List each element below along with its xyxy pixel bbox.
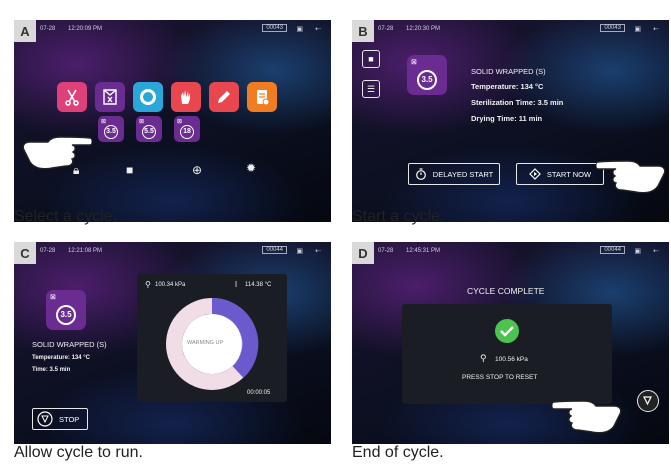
cycle-progress-panel: ⚲ 100.34 kPa ǀ 114.38 °C WARMING UP 00:0… — [137, 274, 287, 402]
cycle-5-5-button[interactable]: ⊠ 5.5 — [136, 116, 162, 142]
pointing-hand-icon — [552, 400, 622, 434]
selected-cycle-icon: ⊠ 3.5 — [407, 55, 447, 95]
cycle-name: SOLID WRAPPED (S) — [471, 67, 546, 76]
timer-icon — [415, 168, 426, 180]
temperature-line: Temperature: 134 °C — [471, 82, 544, 91]
cycle-3-5-button[interactable]: ⊠ 3.5 — [98, 116, 124, 142]
home-button[interactable]: ■ — [362, 50, 380, 68]
caption-d: End of cycle. — [352, 444, 444, 461]
temperature-line: Temperature: 134 °C — [32, 355, 90, 361]
reset-message: PRESS STOP TO RESET — [462, 374, 538, 381]
pointing-hand-icon — [596, 160, 666, 194]
pen-tile[interactable] — [209, 82, 239, 112]
panel-c: C 07-28 12:21:08 PM 00044 ▣ ⇠ ⊠ 3.5 SOLI… — [14, 242, 331, 444]
network-icon: ▣ — [296, 248, 303, 255]
cycle-time-label: 5.5 — [142, 125, 156, 139]
checkmark-icon — [495, 319, 519, 343]
stop-button[interactable] — [637, 390, 659, 412]
cycle-name: SOLID WRAPPED (S) — [32, 340, 107, 349]
cycle-counter: 00043 — [600, 24, 625, 32]
delayed-start-label: DELAYED START — [432, 169, 494, 179]
cycle-time-label: 3.5 — [56, 305, 76, 325]
cycle-counter: 00044 — [600, 246, 625, 254]
status-time: 12:20:09 PM — [68, 26, 103, 32]
pressure-reading: 100.34 kPa — [155, 282, 186, 288]
running-cycle-icon: ⊠ 3.5 — [46, 290, 86, 330]
wrapped-icon: ⊠ — [50, 294, 56, 301]
network-icon: ▣ — [634, 26, 641, 33]
drying-time-line: Drying Time: 11 min — [471, 114, 543, 123]
sterilization-time-line: Sterilization Time: 3.5 min — [471, 98, 564, 107]
status-bar: 07-28 12:20:30 PM 00043 ▣ ⇠ — [378, 24, 663, 36]
start-diamond-icon — [529, 168, 541, 180]
status-date: 07-28 — [40, 26, 56, 32]
cycle-time-label: 3.5 — [417, 70, 437, 90]
caption-c: Allow cycle to run. — [14, 444, 143, 461]
pressure-icon: ⚲ — [480, 353, 487, 363]
start-now-label: START NOW — [546, 169, 592, 179]
status-time: 12:21:08 PM — [68, 248, 103, 254]
temperature-reading: 114.38 °C — [245, 282, 272, 288]
delayed-start-button[interactable]: DELAYED START — [408, 163, 500, 185]
wrapped-icon: ⊠ — [101, 119, 107, 125]
network-icon: ▣ — [634, 248, 641, 255]
status-date: 07-28 — [378, 248, 394, 254]
cycle-time-label: 18 — [180, 125, 194, 139]
wrapped-icon: ⊠ — [177, 119, 183, 125]
status-date: 07-28 — [378, 26, 394, 32]
wrapped-icon: ⊠ — [139, 119, 145, 125]
status-bar: 07-28 12:20:09 PM 00043 ▣ ⇠ — [40, 24, 325, 36]
panel-a: A 07-28 12:20:09 PM 00043 ▣ ⇠ ⊠ 3.5 ⊠ 5.… — [14, 20, 331, 222]
checklist-tile[interactable] — [247, 82, 277, 112]
panel-letter: B — [352, 20, 374, 42]
cycle-counter: 00043 — [262, 24, 287, 32]
pressure-icon: ⚲ — [145, 280, 151, 289]
time-line: Time: 3.5 min — [32, 367, 71, 373]
usb-icon: ⇠ — [653, 248, 659, 255]
thermometer-icon: ǀ — [235, 280, 238, 289]
usb-icon: ⇠ — [315, 26, 321, 33]
panel-d: D 07-28 12:45:31 PM 00044 ▣ ⇠ CYCLE COMP… — [352, 242, 669, 444]
panel-b: B 07-28 12:20:30 PM 00043 ▣ ⇠ ■ ☰ ⊠ 3.5 … — [352, 20, 669, 222]
folder-icon[interactable]: ■ — [126, 163, 133, 177]
status-date: 07-28 — [40, 248, 56, 254]
usb-icon: ⇠ — [653, 26, 659, 33]
wrapped-instruments-tile[interactable] — [95, 82, 125, 112]
settings-gear-icon[interactable]: ✹ — [246, 161, 256, 175]
stop-octagon-icon — [643, 396, 652, 406]
status-time: 12:20:30 PM — [406, 26, 441, 32]
cycle-counter: 00044 — [262, 246, 287, 254]
wrapped-icon: ⊠ — [411, 59, 417, 66]
tubing-tile[interactable] — [133, 82, 163, 112]
panel-letter: C — [14, 242, 36, 264]
globe-icon[interactable]: ⊕ — [192, 163, 202, 177]
panel-letter: A — [14, 20, 36, 42]
stop-octagon-icon — [37, 411, 53, 427]
start-now-button[interactable]: START NOW — [516, 163, 604, 185]
cycle-complete-title: CYCLE COMPLETE — [467, 286, 545, 296]
panel-letter: D — [352, 242, 374, 264]
pointing-hand-icon — [22, 136, 92, 170]
caption-b: Start a cycle. — [352, 208, 445, 225]
cycle-18-button[interactable]: ⊠ 18 — [174, 116, 200, 142]
stop-label: STOP — [59, 414, 80, 424]
cycle-info-button[interactable]: ☰ — [362, 80, 380, 98]
status-bar: 07-28 12:45:31 PM 00044 ▣ ⇠ — [378, 246, 663, 258]
gloves-tile[interactable] — [171, 82, 201, 112]
network-icon: ▣ — [296, 26, 303, 33]
status-bar: 07-28 12:21:08 PM 00044 ▣ ⇠ — [40, 246, 325, 258]
stop-button[interactable]: STOP — [32, 408, 88, 430]
cycle-time-label: 3.5 — [104, 125, 118, 139]
instruments-tile[interactable] — [57, 82, 87, 112]
status-time: 12:45:31 PM — [406, 248, 441, 254]
usb-icon: ⇠ — [315, 248, 321, 255]
caption-a: Select a cycle. — [14, 208, 118, 225]
elapsed-time: 00:00:05 — [247, 390, 271, 396]
pressure-reading: 100.56 kPa — [495, 356, 528, 363]
gauge-status-label: WARMING UP — [187, 340, 224, 346]
